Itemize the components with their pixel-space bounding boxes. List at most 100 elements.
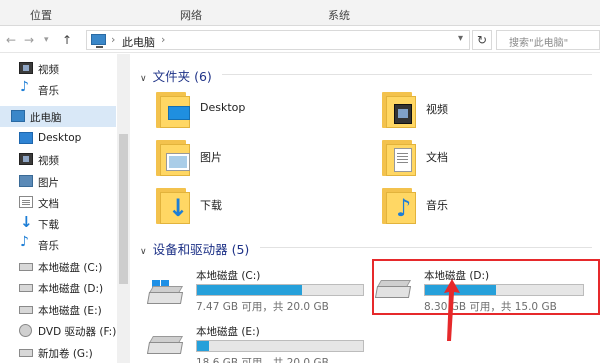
nav-item-label: 本地磁盘 (E:) [38,305,102,317]
drive-space-info: 7.47 GB 可用，共 20.0 GB [196,301,329,313]
pictures-folder-icon [156,140,190,176]
nav-item-music[interactable]: 音乐 [0,79,116,100]
folder-name: 音乐 [426,199,448,212]
documents-folder-icon [382,140,416,176]
folder-pictures[interactable]: 图片 [136,136,356,184]
drive-icon [19,284,33,292]
nav-item-desktop[interactable]: Desktop [0,128,116,149]
video-icon [19,62,33,74]
folders-group-header[interactable]: ∨ 文件夹 (6) [140,66,212,85]
tab-system[interactable]: 系统 [328,7,350,23]
drive-e[interactable]: 本地磁盘 (E:) 18.6 GB 可用，共 20.0 GB [132,316,364,363]
dvd-icon [19,324,32,337]
drive-space-info: 18.6 GB 可用，共 20.0 GB [196,357,329,363]
nav-item-this-pc[interactable]: 此电脑 [0,106,116,127]
ribbon-tabs: 位置 网络 系统 [0,0,600,26]
nav-item-label: 视频 [38,64,59,76]
nav-item-label: 音乐 [38,240,59,252]
nav-item-label: 本地磁盘 (D:) [38,283,104,295]
nav-item-pictures[interactable]: 图片 [0,171,116,192]
nav-item-dvd-f[interactable]: DVD 驱动器 (F:) [0,320,116,341]
video-folder-icon [382,92,416,128]
address-bar[interactable]: › 此电脑 › ▾ [86,30,470,50]
up-icon[interactable]: ↑ [62,33,72,47]
drive-icon [19,306,33,314]
folder-name: 文档 [426,151,448,164]
music-icon [19,79,33,95]
nav-item-videos-2[interactable]: 视频 [0,149,116,170]
nav-item-label: 下载 [38,219,59,231]
pc-icon [91,34,106,48]
breadcrumb-separator-icon[interactable]: › [111,33,115,46]
nav-item-music-2[interactable]: 音乐 [0,234,116,255]
nav-item-downloads[interactable]: 下载 [0,213,116,234]
group-divider [222,74,592,75]
nav-item-label: 新加卷 (G:) [38,348,93,360]
music-icon [19,234,33,250]
nav-item-drive-d[interactable]: 本地磁盘 (D:) [0,277,116,298]
nav-item-label: 图片 [38,177,59,189]
nav-item-label: DVD 驱动器 (F:) [38,326,117,338]
navigation-pane: 视频 音乐 此电脑 Desktop 视频 图片 文档 下载 音乐 本地磁盘 (C… [0,54,130,363]
drive-icon [19,349,33,357]
documents-icon [19,196,33,208]
chevron-down-icon[interactable]: ∨ [140,247,147,257]
red-arrow-icon [444,279,460,341]
music-folder-icon: ♪ [382,188,416,224]
drive-name: 本地磁盘 (C:) [196,270,261,282]
folder-videos[interactable]: 视频 [362,88,582,136]
tab-location[interactable]: 位置 [30,7,52,23]
nav-item-drive-c[interactable]: 本地磁盘 (C:) [0,256,116,277]
drive-name: 本地磁盘 (E:) [196,326,260,338]
forward-icon[interactable]: → [24,33,34,47]
tab-network[interactable]: 网络 [180,7,202,23]
drives-group-header[interactable]: ∨ 设备和驱动器 (5) [140,239,249,258]
address-row: ← → ▾ ↑ › 此电脑 › ▾ ↻ 搜索"此电脑" [0,27,600,53]
nav-scrollbar[interactable] [117,54,130,363]
nav-item-drive-e[interactable]: 本地磁盘 (E:) [0,299,116,320]
nav-item-label: 音乐 [38,85,59,97]
desktop-folder-icon [156,92,190,128]
address-dropdown-icon[interactable]: ▾ [458,33,463,44]
nav-scrollbar-thumb[interactable] [119,134,128,284]
folder-name: 下载 [200,199,222,212]
drive-c[interactable]: 本地磁盘 (C:) 7.47 GB 可用，共 20.0 GB [132,260,364,313]
breadcrumb-this-pc[interactable]: 此电脑 [122,34,155,50]
nav-item-videos[interactable]: 视频 [0,58,116,79]
downloads-icon [19,213,33,231]
nav-item-label: 视频 [38,155,59,167]
nav-item-volume-g[interactable]: 新加卷 (G:) [0,342,116,363]
back-icon[interactable]: ← [6,33,16,47]
folder-name: 视频 [426,103,448,116]
drive-icon [19,263,33,271]
drive-icon [146,336,184,354]
chevron-down-icon[interactable]: ∨ [140,74,147,84]
video-icon [19,153,33,165]
folder-name: 图片 [200,151,222,164]
refresh-button[interactable]: ↻ [472,30,492,50]
drives-group-title: 设备和驱动器 (5) [152,242,250,257]
nav-item-label: 文档 [38,198,59,210]
downloads-folder-icon: ↓ [156,188,190,224]
search-input[interactable]: 搜索"此电脑" [496,30,600,50]
nav-item-documents[interactable]: 文档 [0,192,116,213]
drive-icon [146,286,184,304]
folder-downloads[interactable]: ↓ 下载 [136,184,356,232]
recent-dropdown-icon[interactable]: ▾ [44,35,49,45]
nav-item-label: Desktop [38,132,82,144]
folder-name: Desktop [200,101,246,114]
pc-icon [11,110,25,122]
folder-music[interactable]: ♪ 音乐 [362,184,582,232]
folder-desktop[interactable]: Desktop [136,88,356,136]
folder-documents[interactable]: 文档 [362,136,582,184]
drive-usage-bar [196,340,364,352]
pictures-icon [19,175,33,187]
desktop-icon [19,132,33,144]
drive-usage-bar [196,284,364,296]
nav-item-label: 此电脑 [30,112,62,124]
content-pane: ∨ 文件夹 (6) Desktop 视频 图片 文档 ↓ 下载 ♪ 音乐 ∨ 设… [132,54,600,363]
breadcrumb-separator-icon[interactable]: › [161,33,165,46]
folders-group-title: 文件夹 (6) [152,69,212,84]
nav-item-label: 本地磁盘 (C:) [38,262,103,274]
group-divider [260,247,592,248]
